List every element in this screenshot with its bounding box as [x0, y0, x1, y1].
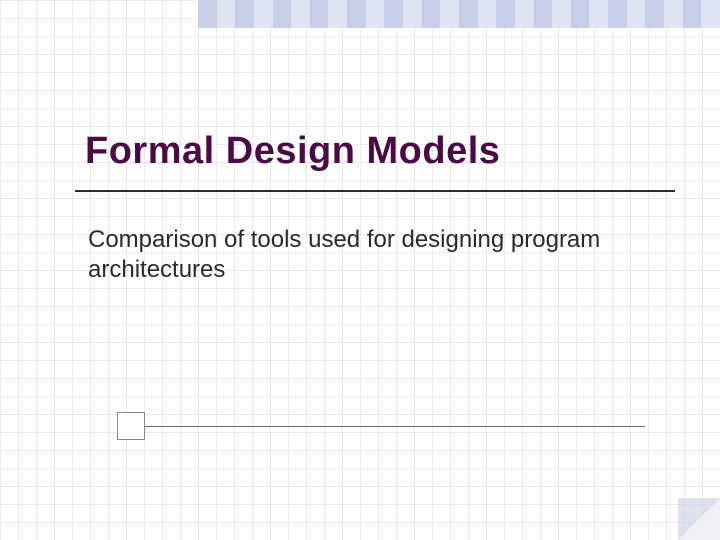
- slide-title: Formal Design Models: [85, 130, 500, 173]
- slide-subtitle: Comparison of tools used for designing p…: [88, 225, 620, 285]
- top-accent-band: [198, 0, 720, 28]
- title-underline: [75, 190, 675, 192]
- page-curl-icon: [678, 498, 720, 540]
- accent-square-icon: [117, 412, 145, 440]
- accent-horizontal-rule: [145, 426, 645, 427]
